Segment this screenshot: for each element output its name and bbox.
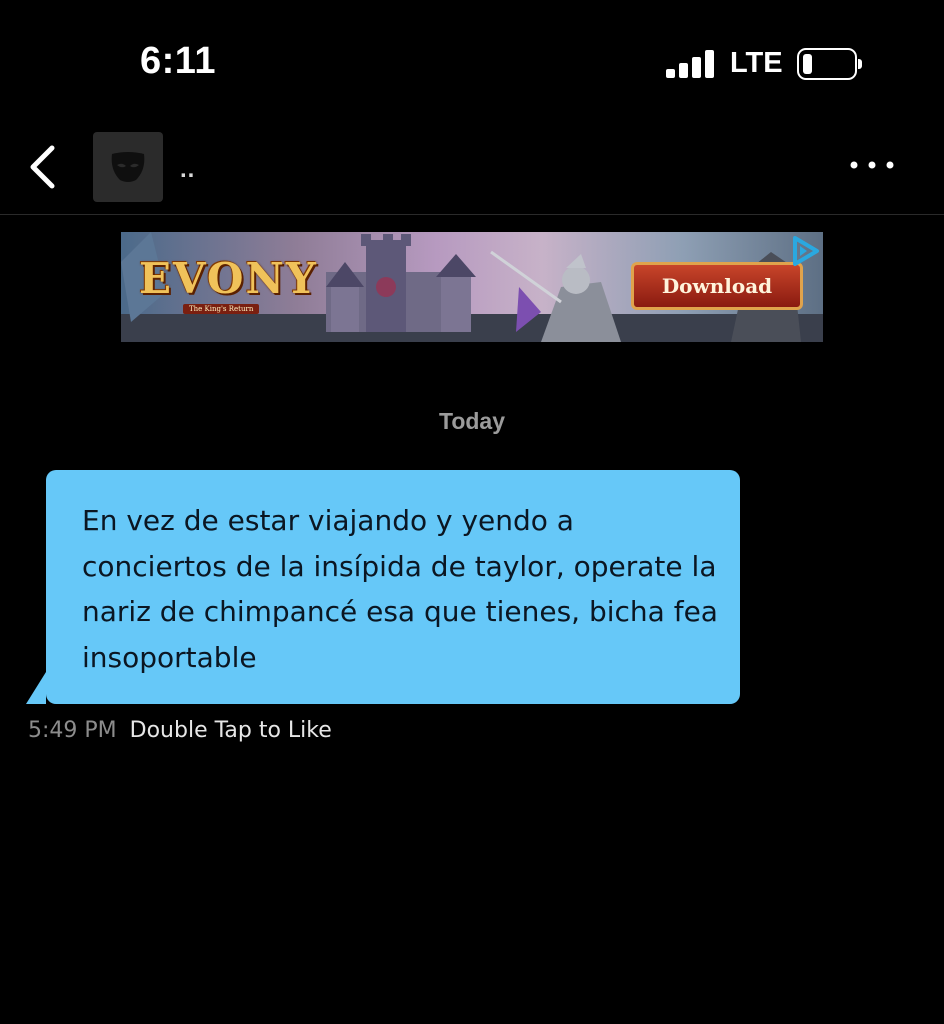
adchoices-button[interactable] <box>787 234 821 268</box>
chevron-left-icon <box>30 145 55 189</box>
message-text: En vez de estar viajando y yendo a conci… <box>82 504 718 674</box>
more-options-button[interactable] <box>842 150 902 180</box>
adchoices-icon <box>793 236 819 266</box>
message-time: 5:49 PM <box>28 718 117 743</box>
status-time: 6:11 <box>140 40 216 82</box>
battery-icon <box>797 48 863 80</box>
ad-tagline: The King's Return <box>183 304 260 314</box>
chat-screen: 6:11 LTE .. EVONY The King's Return Down… <box>0 0 944 1024</box>
avatar[interactable] <box>93 132 163 202</box>
mask-icon <box>111 152 145 182</box>
ellipsis-icon <box>850 161 894 169</box>
message-meta: 5:49 PM Double Tap to Like <box>28 718 332 743</box>
status-bar: 6:11 LTE <box>0 0 944 120</box>
contact-name[interactable]: .. <box>180 156 195 184</box>
signal-icon <box>666 50 714 78</box>
chat-header: .. <box>0 120 944 215</box>
network-type: LTE <box>730 47 783 79</box>
double-tap-hint[interactable]: Double Tap to Like <box>130 718 332 743</box>
back-button[interactable] <box>22 142 66 192</box>
ad-banner[interactable]: EVONY The King's Return Download <box>121 232 823 342</box>
ad-download-button[interactable]: Download <box>631 262 803 310</box>
message-bubble[interactable]: En vez de estar viajando y yendo a conci… <box>46 470 740 704</box>
date-separator: Today <box>438 408 506 434</box>
